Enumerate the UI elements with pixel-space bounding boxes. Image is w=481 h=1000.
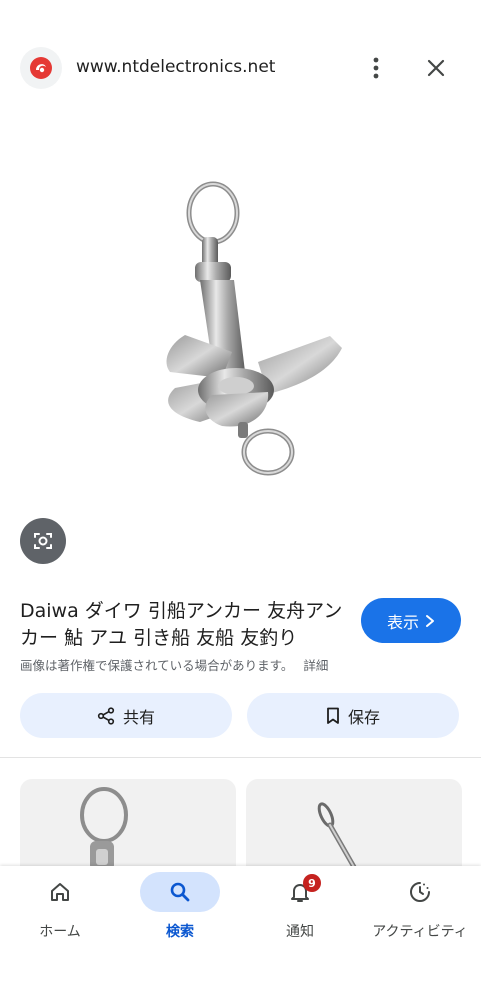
save-button[interactable]: 保存 <box>247 693 459 738</box>
copyright-text: 画像は著作権で保護されている場合があります。 <box>20 658 294 673</box>
details-link[interactable]: 詳細 <box>303 658 328 673</box>
nav-notifications-label: 通知 <box>286 924 314 940</box>
search-icon <box>170 882 190 902</box>
nav-notifications[interactable]: 9 通知 <box>240 866 360 966</box>
close-icon <box>427 59 445 77</box>
nav-search[interactable]: 検索 <box>120 866 240 966</box>
lens-search-button[interactable] <box>20 518 66 564</box>
nav-home-label: ホーム <box>39 924 81 940</box>
nav-home-pill <box>20 872 100 912</box>
activity-icon <box>410 882 430 902</box>
save-label: 保存 <box>347 707 380 727</box>
product-title: Daiwa ダイワ 引船アンカー 友舟アンカー 鮎 アユ 引き船 友船 友釣り <box>20 600 343 649</box>
close-button[interactable] <box>418 50 454 86</box>
top-bar: www.ntdelectronics.net <box>0 0 481 140</box>
related-image-2[interactable] <box>246 779 462 879</box>
nav-activity-pill <box>380 872 460 912</box>
nav-activity-label: アクティビティ <box>372 924 468 940</box>
more-vert-icon <box>373 57 379 79</box>
visit-button[interactable]: 表示 <box>361 598 461 643</box>
home-icon <box>51 883 69 901</box>
nav-notifications-pill: 9 <box>260 872 340 912</box>
share-button[interactable]: 共有 <box>20 693 232 738</box>
bottom-nav: ホーム 検索 9 通知 アクティビティ <box>0 866 481 1000</box>
divider <box>0 757 481 758</box>
related-image-1[interactable] <box>20 779 236 879</box>
share-label: 共有 <box>122 707 155 727</box>
nav-activity[interactable]: アクティビティ <box>360 866 480 966</box>
copyright-notice: 画像は著作権で保護されている場合があります。 詳細 <box>20 655 328 674</box>
visit-label: 表示 <box>386 612 419 632</box>
nav-search-label: 検索 <box>166 924 194 940</box>
nav-home[interactable]: ホーム <box>0 866 120 966</box>
product-image[interactable] <box>0 140 481 580</box>
bookmark-icon <box>327 707 339 724</box>
camera-lens-icon <box>34 533 52 549</box>
notification-badge: 9 <box>303 874 321 892</box>
share-icon <box>97 706 115 725</box>
site-url[interactable]: www.ntdelectronics.net <box>76 57 275 77</box>
ntd-logo-icon[interactable] <box>20 47 62 89</box>
nav-search-pill <box>140 872 220 912</box>
chevron-right-icon <box>426 614 434 627</box>
more-options-button[interactable] <box>360 50 392 86</box>
